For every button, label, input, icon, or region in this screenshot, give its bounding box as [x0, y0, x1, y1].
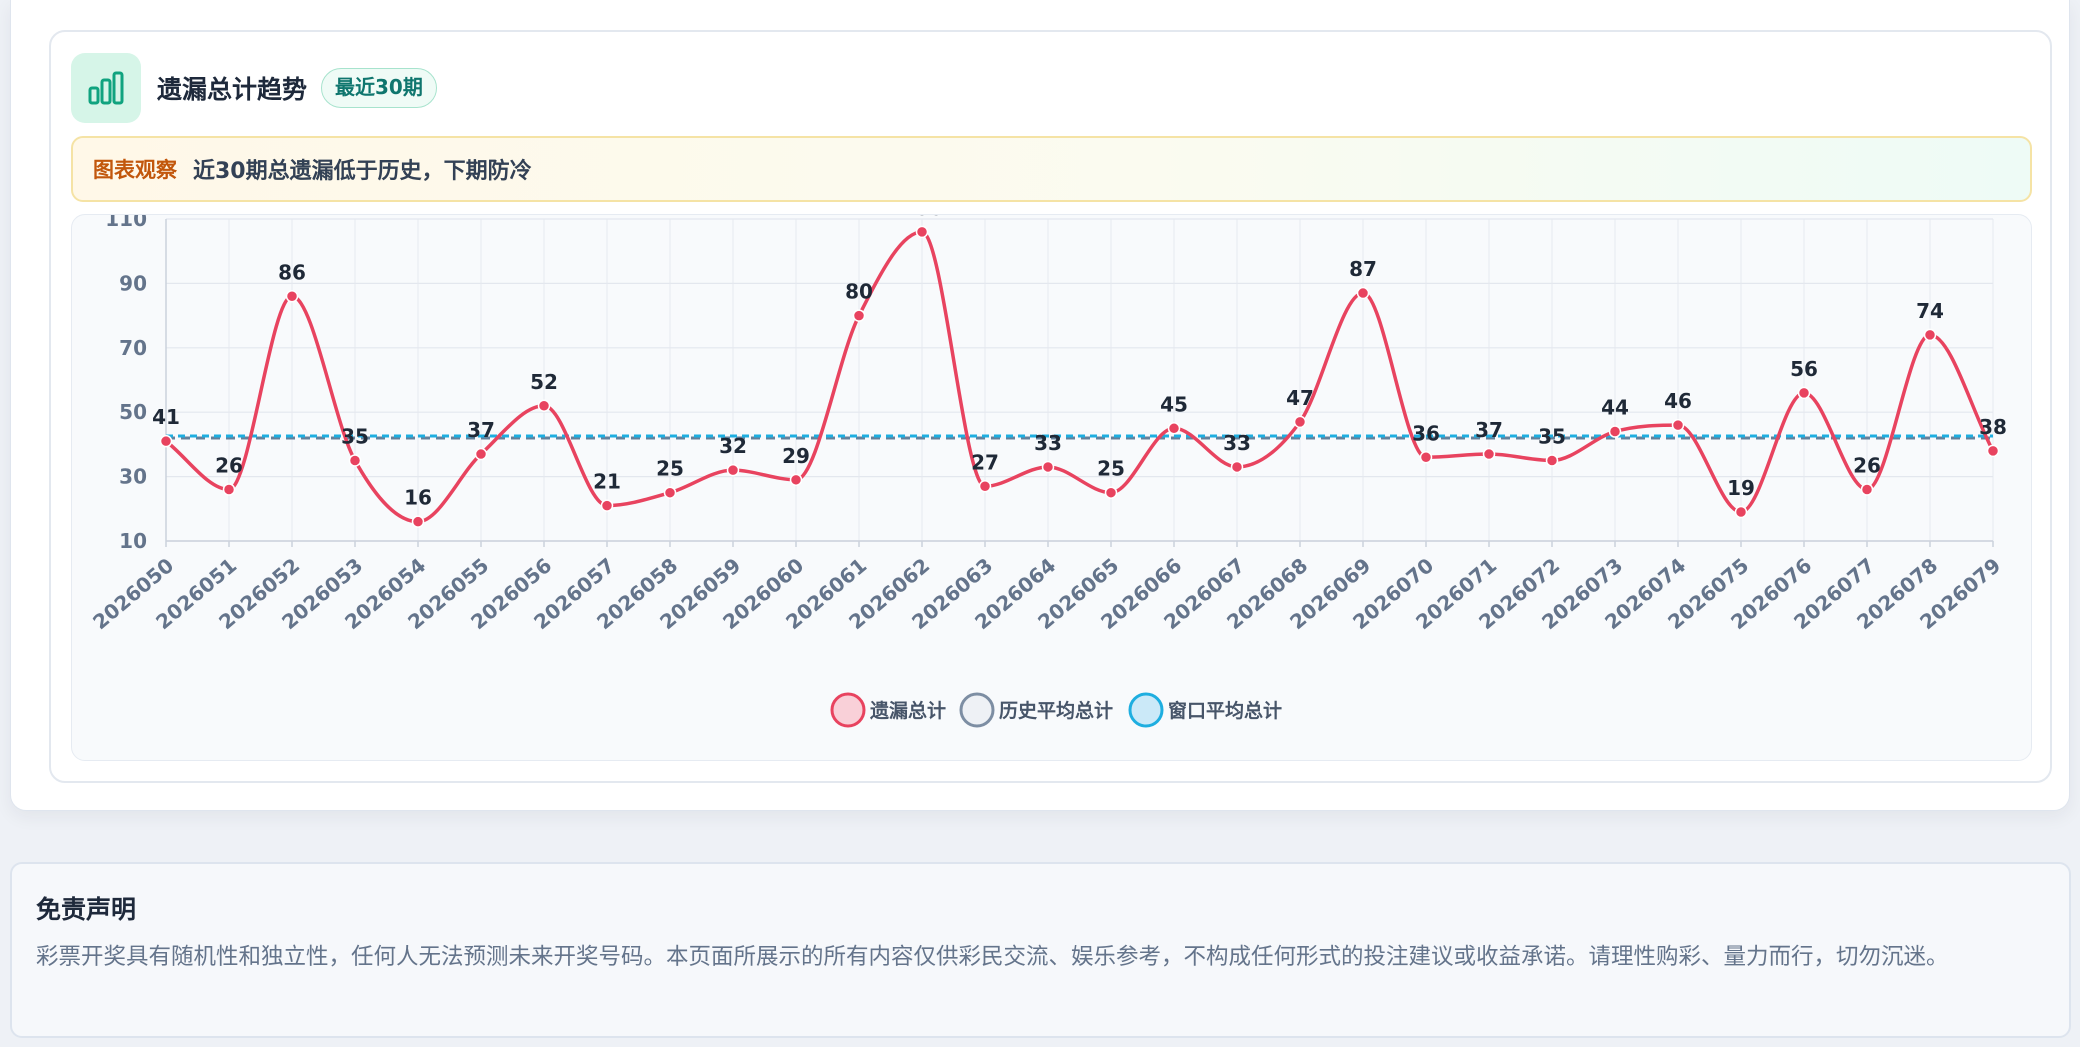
data-point — [600, 499, 614, 512]
data-label: 45 — [1160, 392, 1188, 416]
data-label: 29 — [782, 444, 810, 468]
legend-marker — [830, 692, 866, 728]
data-label: 46 — [1664, 389, 1692, 413]
disclaimer-title: 免责声明 — [36, 895, 137, 924]
legend-label: 历史平均总计 — [999, 699, 1113, 722]
data-label: 74 — [1916, 299, 1944, 323]
chart-title: 遗漏总计趋势 — [157, 75, 308, 104]
data-label: 86 — [278, 260, 306, 284]
data-label: 26 — [215, 453, 243, 477]
observation-text: 近30期总遗漏低于历史，下期防冷 — [193, 159, 532, 184]
data-point — [159, 434, 173, 448]
data-point — [789, 473, 803, 487]
data-label: 25 — [656, 457, 684, 481]
data-label: 36 — [1412, 421, 1440, 445]
data-point — [1608, 425, 1622, 438]
data-label: 37 — [467, 418, 495, 442]
data-label: 106 — [901, 215, 943, 220]
data-point — [1230, 460, 1244, 474]
data-point — [348, 454, 362, 467]
data-point — [1734, 505, 1748, 519]
y-tick-label: 70 — [119, 336, 147, 360]
disclaimer-text: 彩票开奖具有随机性和独立性，任何人无法预测未来开奖号码。本页面所展示的所有内容仅… — [36, 944, 1949, 970]
chart-observation-bar: 图表观察 近30期总遗漏低于历史，下期防冷 — [71, 136, 2032, 202]
omission-total-line — [164, 230, 1995, 524]
observation-tag: 图表观察 — [93, 158, 177, 182]
data-point — [915, 225, 929, 239]
data-point — [1356, 286, 1370, 300]
y-tick-label: 110 — [105, 215, 147, 231]
data-label: 26 — [1853, 453, 1881, 477]
data-label: 56 — [1790, 357, 1818, 381]
card-header: 遗漏总计趋势 最近30期 — [71, 52, 437, 124]
data-point — [222, 483, 236, 496]
data-point — [1419, 451, 1433, 464]
data-point — [537, 399, 551, 413]
data-label: 44 — [1601, 396, 1629, 420]
data-point — [978, 480, 992, 493]
data-label: 33 — [1034, 431, 1062, 455]
chart-card: 遗漏总计趋势 最近30期 图表观察 近30期总遗漏低于历史，下期防冷 10 30 5… — [49, 30, 2052, 783]
data-label: 32 — [719, 434, 747, 458]
data-point — [852, 309, 866, 322]
data-label: 27 — [971, 450, 999, 474]
data-label: 52 — [530, 370, 558, 394]
data-label: 33 — [1223, 431, 1251, 455]
data-point — [1041, 460, 1055, 474]
data-label: 87 — [1349, 257, 1377, 281]
data-point — [1167, 422, 1181, 435]
data-label: 80 — [845, 280, 873, 304]
data-point — [285, 290, 299, 303]
data-label: 35 — [1538, 425, 1566, 449]
data-point — [1923, 328, 1937, 342]
y-tick-label: 90 — [119, 271, 147, 295]
legend-marker — [959, 692, 995, 728]
data-point — [1482, 447, 1496, 461]
legend-marker — [1128, 692, 1164, 728]
data-point — [1986, 444, 2000, 458]
data-label: 38 — [1979, 415, 2007, 439]
y-tick-label: 30 — [119, 465, 147, 489]
data-label: 37 — [1475, 418, 1503, 442]
data-label: 41 — [152, 405, 180, 429]
data-label: 47 — [1286, 386, 1314, 410]
data-point — [474, 447, 488, 461]
y-tick-label: 50 — [119, 400, 147, 424]
data-label: 25 — [1097, 457, 1125, 481]
data-point — [1797, 386, 1811, 400]
data-point — [1545, 454, 1559, 467]
period-badge: 最近30期 — [321, 68, 437, 108]
data-point — [1293, 415, 1307, 429]
data-point — [1671, 418, 1685, 432]
data-point — [411, 515, 425, 528]
data-label: 19 — [1727, 476, 1755, 500]
chart-section: 遗漏总计趋势 最近30期 图表观察 近30期总遗漏低于历史，下期防冷 10 30 5… — [10, 0, 2070, 811]
data-point — [726, 463, 740, 477]
data-label: 35 — [341, 425, 369, 449]
plot-panel: 10 30 50 70 90 110 2026050 2026051 2026052 202605… — [71, 214, 2032, 761]
bar-chart-icon — [71, 53, 141, 123]
disclaimer-panel: 免责声明 彩票开奖具有随机性和独立性，任何人无法预测未来开奖号码。本页面所展示的… — [10, 862, 2071, 1038]
data-label: 21 — [593, 470, 621, 494]
legend-label: 遗漏总计 — [869, 699, 946, 722]
legend-label: 窗口平均总计 — [1168, 699, 1282, 722]
data-point — [663, 486, 677, 499]
omission-trend-chart: 1030507090110202605020260512026052202605… — [88, 215, 2007, 728]
data-point — [1860, 483, 1874, 496]
data-label: 16 — [404, 486, 432, 510]
data-point — [1104, 486, 1118, 499]
y-tick-label: 10 — [119, 529, 147, 553]
